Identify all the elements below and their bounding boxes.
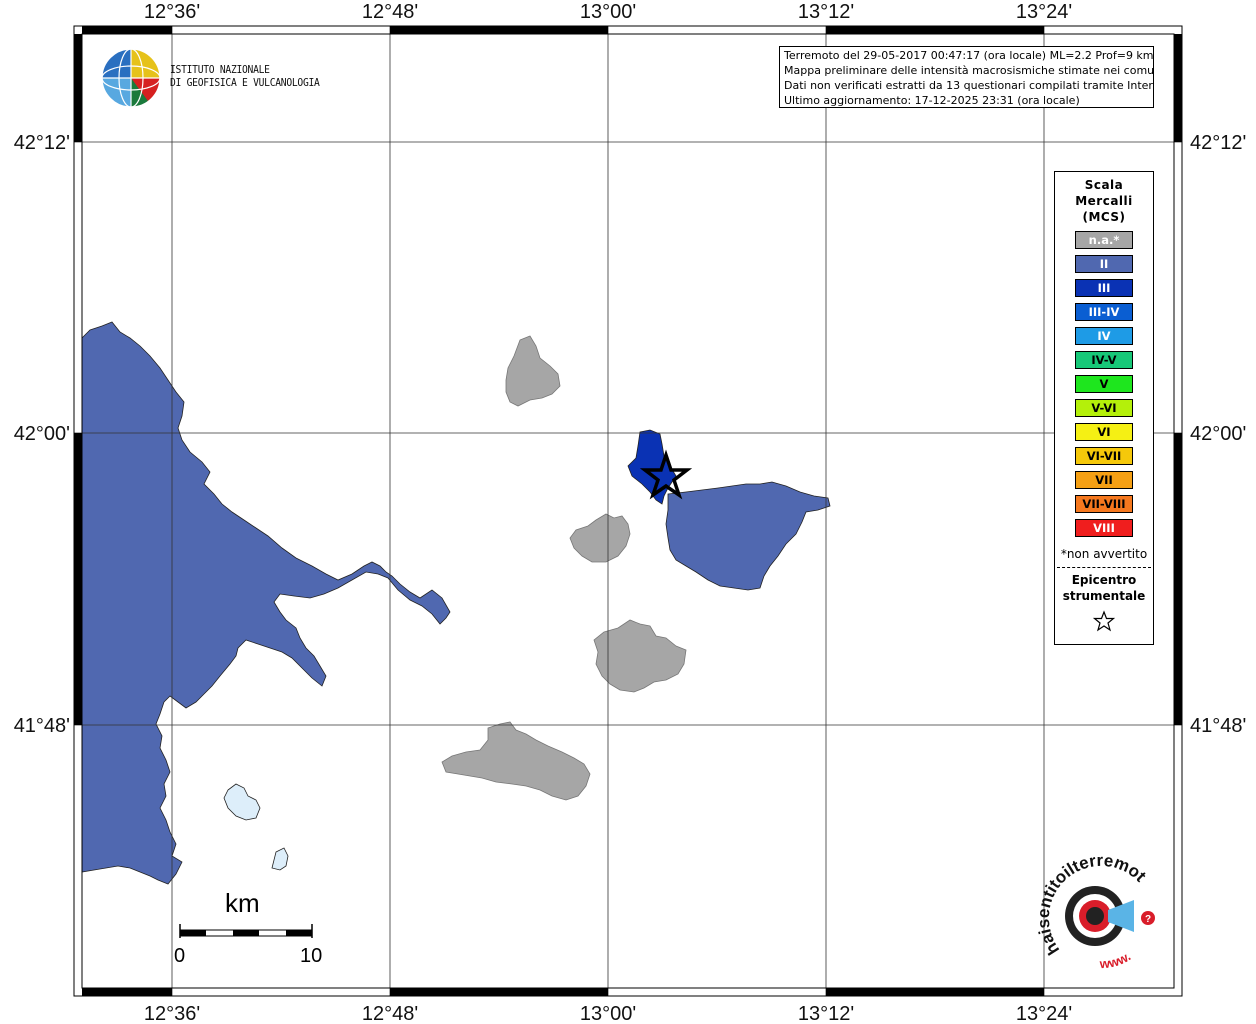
legend-epicenter-label: Epicentro strumentale bbox=[1055, 572, 1153, 604]
info-line: Ultimo aggiornamento: 17-12-2025 23:31 (… bbox=[784, 94, 1080, 107]
legend-title: Scala Mercalli (MCS) bbox=[1055, 177, 1153, 225]
legend-title-line: Scala bbox=[1084, 178, 1124, 192]
lon-label: 13°24' bbox=[1016, 1, 1072, 23]
lon-label: 12°48' bbox=[362, 1, 418, 23]
scale-unit: km bbox=[225, 888, 260, 918]
map-area bbox=[74, 26, 1182, 996]
lat-label: 42°00' bbox=[1190, 423, 1246, 445]
legend-title-line: Mercalli bbox=[1075, 194, 1133, 208]
lon-label: 13°00' bbox=[580, 1003, 636, 1024]
legend-item: IV bbox=[1075, 327, 1133, 345]
legend-item: II bbox=[1075, 255, 1133, 273]
lon-label: 13°12' bbox=[798, 1003, 854, 1024]
legend-item: VIII bbox=[1075, 519, 1133, 537]
logo-line: ISTITUTO NAZIONALE bbox=[170, 64, 270, 76]
scale-end: 10 bbox=[300, 945, 323, 967]
legend-item: VI bbox=[1075, 423, 1133, 441]
ingv-logo-text: ISTITUTO NAZIONALE DI GEOFISICA E VULCAN… bbox=[170, 64, 320, 90]
lon-label: 12°48' bbox=[362, 1003, 418, 1024]
legend-item: III-IV bbox=[1075, 303, 1133, 321]
legend-item: n.a.* bbox=[1075, 231, 1133, 249]
info-line: Mappa preliminare delle intensità macros… bbox=[784, 64, 1154, 77]
ingv-logo-icon bbox=[101, 48, 161, 108]
legend-star-icon bbox=[1055, 610, 1153, 635]
legend-item: III bbox=[1075, 279, 1133, 297]
legend-note: *non avvertito bbox=[1060, 547, 1148, 561]
svg-text:?: ? bbox=[1145, 914, 1151, 925]
logo-line: DI GEOFISICA E VULCANOLOGIA bbox=[170, 77, 320, 89]
legend-epicenter-line: Epicentro bbox=[1071, 573, 1137, 587]
lat-label: 42°00' bbox=[14, 423, 70, 445]
legend-item: VII-VIII bbox=[1075, 495, 1133, 513]
scale-start: 0 bbox=[174, 945, 186, 967]
legend-items: n.a.* II III III-IV IV IV-V V V-VI VI VI-VII VII VI… bbox=[1055, 231, 1153, 537]
lat-label: 41°48' bbox=[14, 715, 70, 737]
legend-title-line: (MCS) bbox=[1082, 210, 1126, 224]
intensity-legend: Scala Mercalli (MCS) n.a.* II III III-IV IV I… bbox=[1054, 171, 1154, 645]
lon-label: 12°36' bbox=[144, 1, 200, 23]
legend-divider bbox=[1057, 567, 1151, 568]
earthquake-info-box: Terremoto del 29-05-2017 00:47:17 (ora l… bbox=[779, 46, 1154, 108]
lat-label: 42°12' bbox=[14, 132, 70, 154]
legend-item: VII bbox=[1075, 471, 1133, 489]
lat-label: 42°12' bbox=[1190, 132, 1246, 154]
legend-item: V-VI bbox=[1075, 399, 1133, 417]
lon-label: 13°24' bbox=[1016, 1003, 1072, 1024]
legend-item: VI-VII bbox=[1075, 447, 1133, 465]
legend-epicenter-line: strumentale bbox=[1062, 589, 1146, 603]
legend-item: V bbox=[1075, 375, 1133, 393]
lat-label: 41°48' bbox=[1190, 715, 1246, 737]
lon-label: 13°12' bbox=[798, 1, 854, 23]
lon-label: 13°00' bbox=[580, 1, 636, 23]
info-line: Dati non verificati estratti da 13 quest… bbox=[784, 79, 1154, 92]
lon-label: 12°36' bbox=[144, 1003, 200, 1024]
info-line: Terremoto del 29-05-2017 00:47:17 (ora l… bbox=[784, 49, 1154, 62]
legend-item: IV-V bbox=[1075, 351, 1133, 369]
